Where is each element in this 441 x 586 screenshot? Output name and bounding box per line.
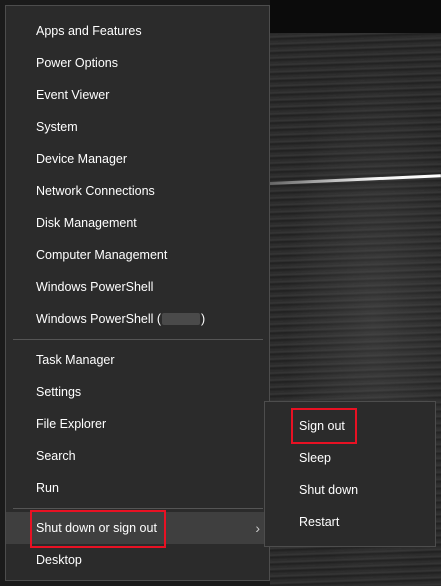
menu-item-settings[interactable]: Settings bbox=[6, 376, 269, 408]
menu-item-event-viewer[interactable]: Event Viewer bbox=[6, 79, 269, 111]
redacted-text-block bbox=[162, 313, 201, 325]
menu-item-system[interactable]: System bbox=[6, 111, 269, 143]
menu-item-task-manager[interactable]: Task Manager bbox=[6, 344, 269, 376]
shutdown-submenu: Sign out Sleep Shut down Restart bbox=[264, 401, 436, 547]
menu-item-network-connections[interactable]: Network Connections bbox=[6, 175, 269, 207]
menu-separator bbox=[13, 508, 263, 509]
menu-item-desktop[interactable]: Desktop bbox=[6, 544, 269, 576]
menu-item-windows-powershell[interactable]: Windows PowerShell bbox=[6, 271, 269, 303]
menu-item-file-explorer[interactable]: File Explorer bbox=[6, 408, 269, 440]
menu-item-disk-management[interactable]: Disk Management bbox=[6, 207, 269, 239]
submenu-item-shut-down[interactable]: Shut down bbox=[265, 474, 435, 506]
menu-separator bbox=[13, 339, 263, 340]
submenu-item-sleep[interactable]: Sleep bbox=[265, 442, 435, 474]
menu-item-apps-and-features[interactable]: Apps and Features bbox=[6, 15, 269, 47]
menu-item-run[interactable]: Run bbox=[6, 472, 269, 504]
wallpaper-dark-band bbox=[270, 0, 441, 33]
menu-item-windows-powershell-admin[interactable]: Windows PowerShell () bbox=[6, 303, 269, 335]
menu-item-device-manager[interactable]: Device Manager bbox=[6, 143, 269, 175]
wallpaper-light-streak bbox=[269, 174, 441, 185]
chevron-right-icon: › bbox=[255, 520, 260, 536]
menu-item-search[interactable]: Search bbox=[6, 440, 269, 472]
winx-power-user-menu: Apps and Features Power Options Event Vi… bbox=[5, 5, 270, 581]
menu-item-power-options[interactable]: Power Options bbox=[6, 47, 269, 79]
annotation-highlight-box bbox=[291, 408, 357, 444]
annotation-highlight-box bbox=[30, 510, 166, 548]
menu-item-computer-management[interactable]: Computer Management bbox=[6, 239, 269, 271]
submenu-item-restart[interactable]: Restart bbox=[265, 506, 435, 538]
